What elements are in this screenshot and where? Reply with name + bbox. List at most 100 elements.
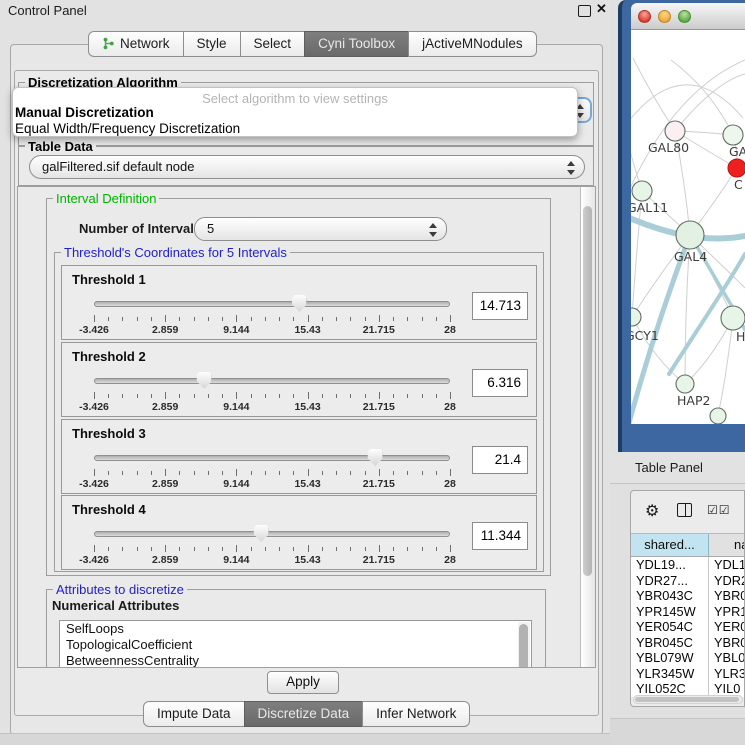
table-data-group: Table Data galFiltered.sif default node [18, 146, 594, 186]
axis-tick-label: -3.426 [79, 401, 109, 413]
tab-network[interactable]: Network [88, 31, 184, 57]
network-window-titlebar[interactable] [631, 3, 745, 30]
slider-thumb[interactable] [254, 525, 269, 542]
table-data-combo-value: galFiltered.sif default node [42, 159, 194, 174]
table-row[interactable]: YDL19...YDL1 [631, 557, 745, 573]
table-horizontal-scrollbar[interactable] [633, 695, 743, 704]
split-columns-icon[interactable] [677, 503, 692, 517]
slider-thumb[interactable] [292, 295, 307, 312]
mode-tabs: Impute Data Discretize Data Infer Network [143, 701, 470, 727]
column-header-name[interactable]: name [709, 534, 745, 556]
scrollbar-thumb[interactable] [583, 206, 592, 576]
table-row[interactable]: YBL079WYBL0 [631, 650, 745, 666]
scrollbar-thumb[interactable] [635, 697, 739, 702]
network-node[interactable] [710, 408, 726, 424]
threshold-value-field[interactable]: 6.316 [472, 369, 528, 397]
tab-select[interactable]: Select [240, 31, 306, 57]
attribute-item-betweennesscentrality[interactable]: BetweennessCentrality [60, 653, 531, 668]
tab-impute-data[interactable]: Impute Data [143, 701, 245, 727]
numerical-attributes-list[interactable]: SelfLoopsTopologicalCoefficientBetweenne… [59, 620, 532, 668]
network-node-gal4[interactable] [676, 221, 704, 249]
cell-shared-name: YBL079W [631, 650, 709, 666]
threshold-slider[interactable]: -3.4262.8599.14415.4321.71528 [94, 369, 450, 415]
axis-tick-label: 2.859 [152, 324, 178, 336]
checkbox-icons[interactable]: ☑☑ [707, 503, 731, 517]
tab-cyni-toolbox[interactable]: Cyni Toolbox [304, 31, 409, 57]
slider-thumb[interactable] [197, 372, 212, 389]
num-intervals-combo[interactable]: 5 [194, 217, 447, 241]
numerical-attributes-label: Numerical Attributes [52, 598, 179, 613]
network-node-gcy1[interactable] [631, 308, 641, 326]
tab-style[interactable]: Style [183, 31, 241, 57]
tab-label: Discretize Data [258, 706, 350, 721]
minimize-traffic-light-icon[interactable] [658, 10, 671, 23]
view-tabs: Network StyleSelect Cyni Toolbox jActiveMNo… [88, 31, 537, 57]
float-window-icon[interactable] [578, 5, 591, 17]
threshold-value-field[interactable]: 21.4 [472, 446, 528, 474]
scrollbar-thumb[interactable] [519, 624, 528, 668]
cell-shared-name: YDR27... [631, 573, 709, 589]
table-row[interactable]: YBR043CYBR0 [631, 588, 745, 604]
gear-icon[interactable]: ⚙ [645, 501, 659, 521]
table-data-combo[interactable]: galFiltered.sif default node [29, 155, 585, 179]
tab-label: Network [120, 36, 170, 51]
threshold-value-field[interactable]: 14.713 [472, 292, 528, 320]
network-node-ga[interactable] [723, 125, 743, 145]
attribute-item-topologicalcoefficient[interactable]: TopologicalCoefficient [60, 637, 531, 653]
attributes-list-scrollbar[interactable] [518, 622, 530, 668]
table-row[interactable]: YBR045CYBR0 [631, 635, 745, 651]
dropdown-option-manual-discretization[interactable]: Manual Discretization [15, 105, 154, 120]
slider-track[interactable] [94, 531, 450, 537]
network-node-gal80[interactable] [665, 121, 685, 141]
threshold-slider[interactable]: -3.4262.8599.14415.4321.71528 [94, 522, 450, 568]
threshold-label: Threshold 3 [72, 426, 146, 441]
threshold-slider[interactable]: -3.4262.8599.14415.4321.71528 [94, 446, 450, 492]
tab-label: Cyni Toolbox [318, 36, 395, 51]
node-attribute-table: shared... name YDL19...YDL1YDR27...YDR2Y… [631, 533, 745, 697]
tab-jactivemnodules[interactable]: jActiveMNodules [408, 31, 537, 57]
settings-pane-scrollbar[interactable] [580, 187, 595, 667]
slider-ticks [94, 545, 450, 553]
axis-tick-label: 21.715 [363, 401, 395, 413]
threshold-panel: Threshold 4 -3.4262.8599.14415.4321.7152… [61, 495, 537, 570]
network-node-h[interactable] [721, 306, 745, 330]
slider-ticks [94, 392, 450, 400]
table-row[interactable]: YER054CYER0 [631, 619, 745, 635]
dropdown-option-equal-width-frequency-discretization[interactable]: Equal Width/Frequency Discretization [15, 121, 240, 136]
slider-track[interactable] [94, 301, 450, 307]
axis-tick-label: 21.715 [363, 324, 395, 336]
interval-definition-title: Interval Definition [53, 191, 159, 206]
attributes-group: Attributes to discretize Numerical Attri… [46, 589, 546, 668]
slider-thumb[interactable] [368, 449, 383, 466]
slider-ticks [94, 469, 450, 477]
network-node-c[interactable] [728, 159, 745, 177]
zoom-traffic-light-icon[interactable] [678, 10, 691, 23]
tab-infer-network[interactable]: Infer Network [362, 701, 470, 727]
axis-tick-label: 9.144 [223, 324, 249, 336]
table-row[interactable]: YPR145WYPR1 [631, 604, 745, 620]
network-canvas[interactable]: GAL80GACGAL11GAL4GCY1HHAP2 [631, 30, 745, 424]
slider-track[interactable] [94, 378, 450, 384]
network-node-gal11[interactable] [632, 181, 652, 201]
threshold-value-field[interactable]: 11.344 [472, 522, 528, 550]
close-icon[interactable]: ✕ [596, 1, 607, 17]
attribute-item-selfloops[interactable]: SelfLoops [60, 621, 531, 637]
apply-button[interactable]: Apply [267, 671, 339, 694]
tab-discretize-data[interactable]: Discretize Data [244, 701, 364, 727]
threshold-label: Threshold 4 [72, 502, 146, 517]
network-node-hap2[interactable] [676, 375, 694, 393]
cell-shared-name: YER054C [631, 619, 709, 635]
threshold-slider[interactable]: -3.4262.8599.14415.4321.71528 [94, 292, 450, 338]
thresholds-group: Threshold's Coordinates for 5 Intervals … [54, 252, 544, 572]
cell-name: YBR0 [709, 635, 745, 651]
close-traffic-light-icon[interactable] [638, 10, 651, 23]
control-panel: Control Panel ✕ NetworkStyleSelectCyni T… [0, 0, 610, 745]
cell-shared-name: YBR045C [631, 635, 709, 651]
table-row[interactable]: YLR345WYLR3 [631, 666, 745, 682]
interval-definition-group: Interval Definition Number of Intervals … [46, 198, 551, 576]
slider-track[interactable] [94, 455, 450, 461]
column-header-shared-name[interactable]: shared... [631, 534, 709, 556]
slider-tick-labels: -3.4262.8599.14415.4321.71528 [94, 554, 450, 566]
table-row[interactable]: YDR27...YDR2 [631, 573, 745, 589]
node-label: C [734, 177, 743, 192]
